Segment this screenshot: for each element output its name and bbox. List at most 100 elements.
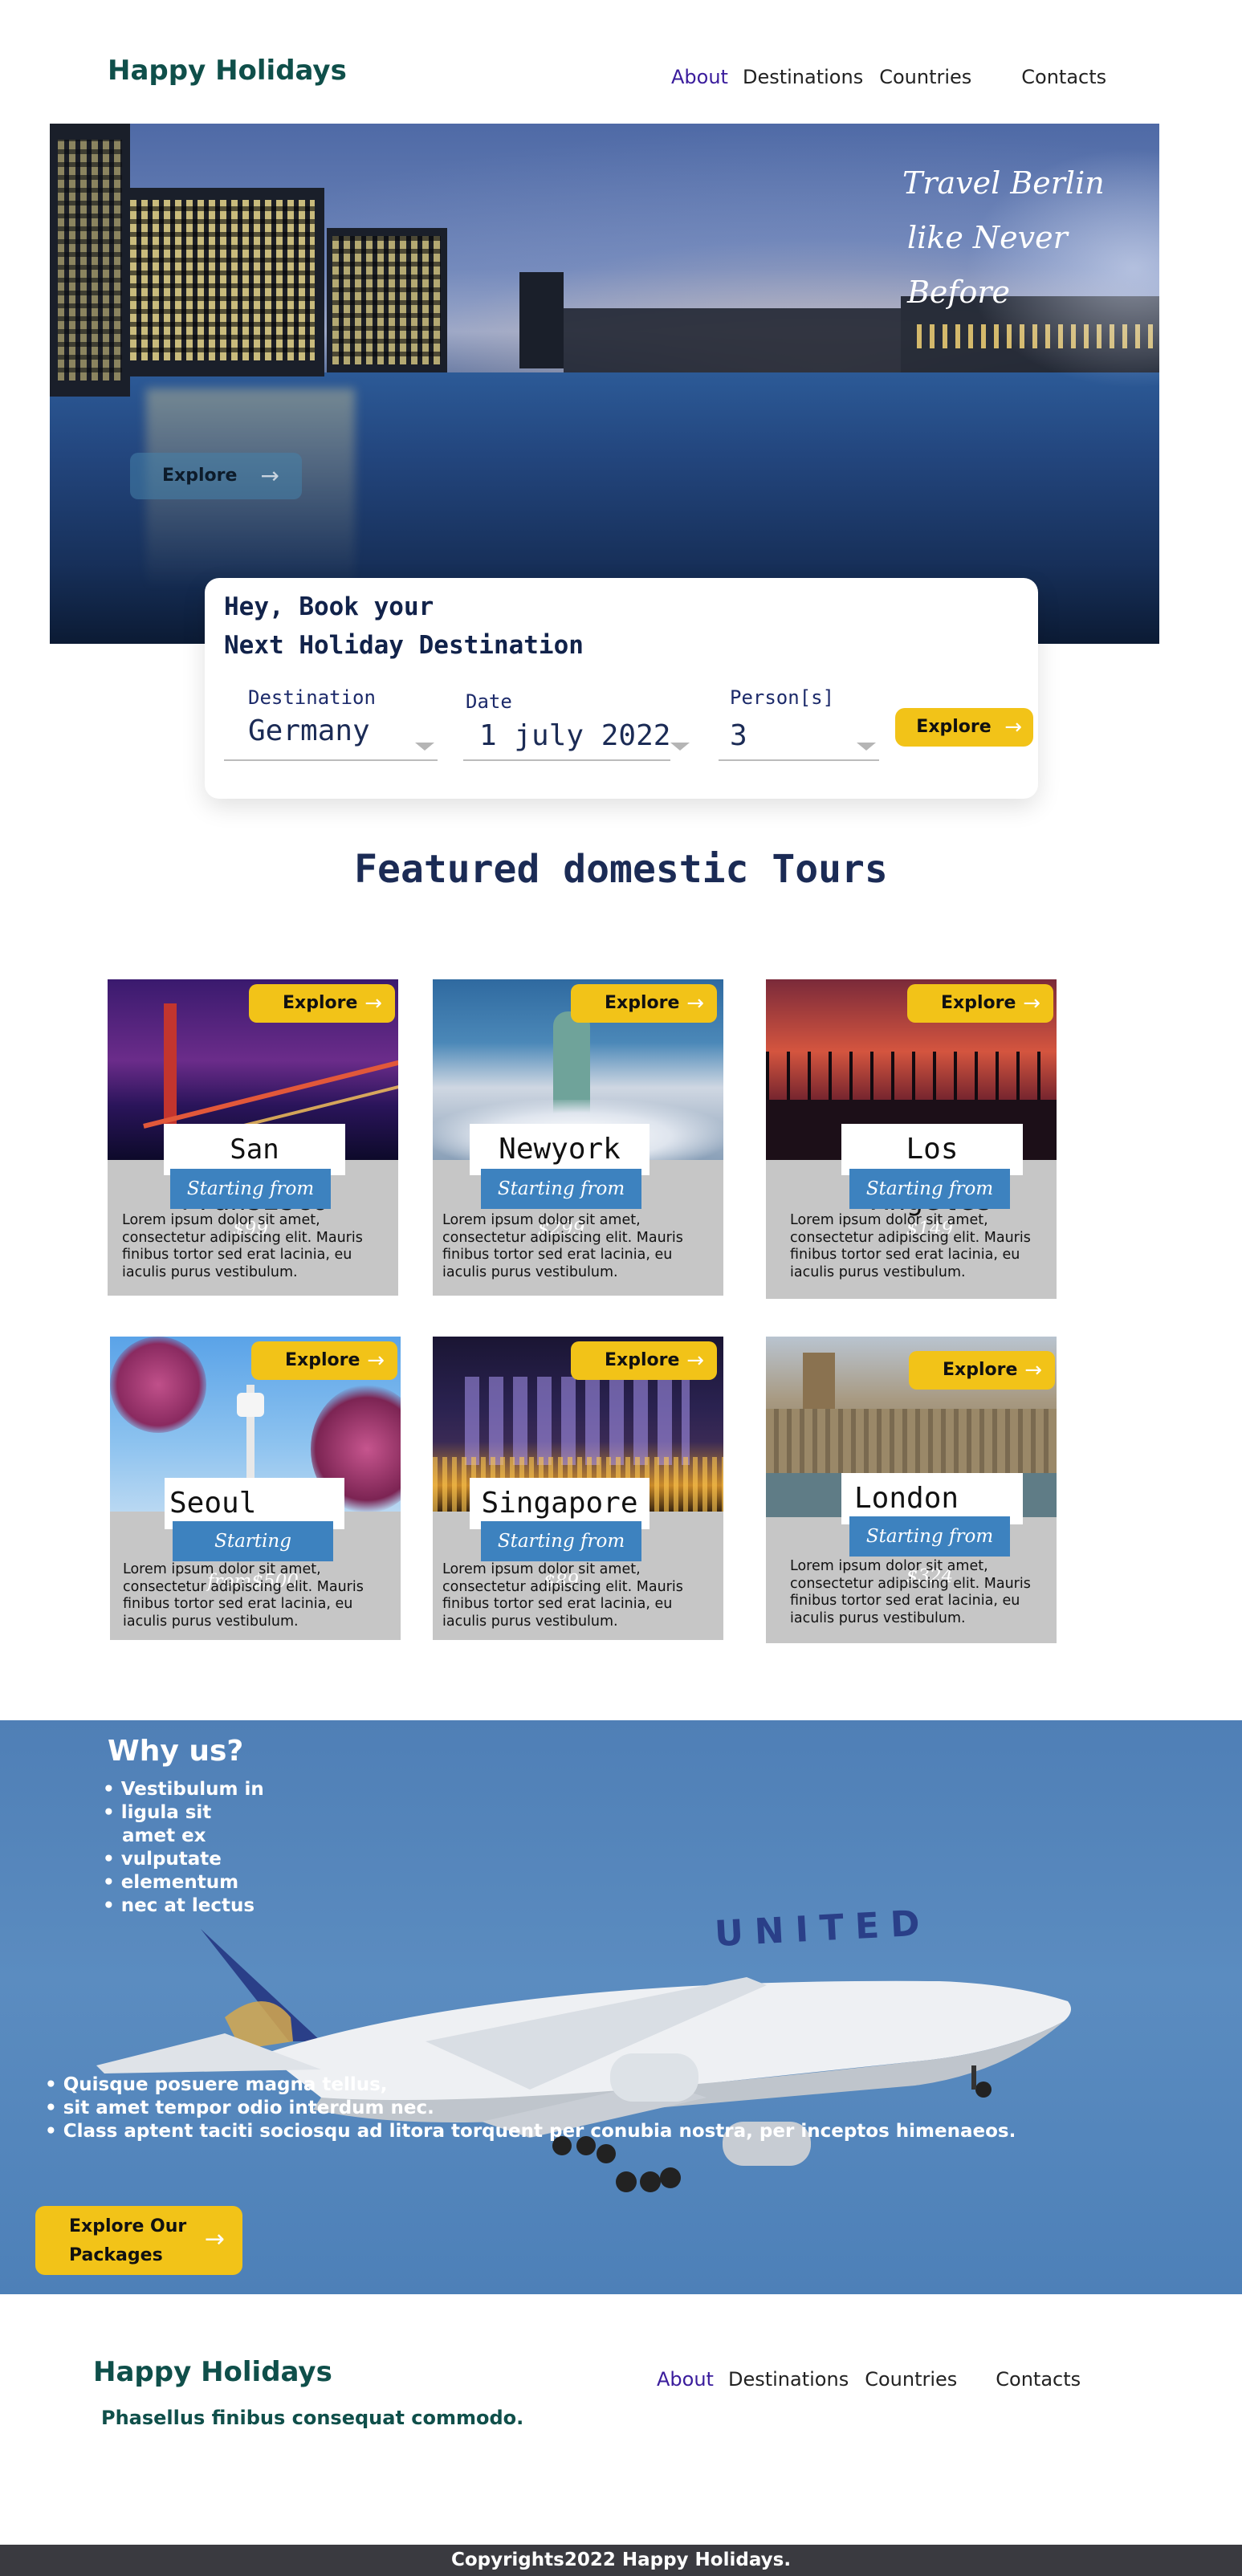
skyline	[465, 1377, 690, 1465]
hero-title-line2: like Never Before	[907, 220, 1068, 310]
brand-logo[interactable]: Happy Holidays	[108, 55, 347, 87]
top-nav: About Destinations Countries Contacts	[671, 66, 1106, 88]
list-item: • ligula sit	[103, 1802, 212, 1823]
hero-title: Travel Berlin like Never Before	[902, 156, 1159, 319]
hero-title-line1: Travel Berlin	[902, 165, 1105, 201]
tour-city: Los Angeles	[841, 1124, 1023, 1217]
tour-description: Lorem ipsum dolor sit amet, consectetur …	[790, 1558, 1031, 1626]
footer-nav-destinations[interactable]: Destinations	[728, 2368, 849, 2391]
tour-explore-button[interactable]: Explore →	[251, 1341, 397, 1380]
tour-city: San Fransisco	[164, 1124, 345, 1217]
tour-price: Starting from $299	[481, 1169, 641, 1239]
footer-nav: About Destinations Countries Contacts	[657, 2368, 1081, 2391]
arrow-right-icon: →	[686, 991, 704, 1015]
building-1-windows	[58, 140, 122, 380]
tour-explore-label: Explore	[605, 1350, 680, 1370]
arrow-right-icon: →	[367, 1349, 385, 1373]
nav-contacts[interactable]: Contacts	[1021, 66, 1106, 88]
tour-explore-button[interactable]: Explore →	[907, 984, 1053, 1023]
tour-description: Lorem ipsum dolor sit amet, consectetur …	[123, 1561, 364, 1630]
nav-about[interactable]: About	[671, 66, 728, 88]
tour-card-london: Explore → London Starting from $324 Lore…	[766, 1337, 1057, 1643]
tour-card-san-fransisco: Explore → San Fransisco Starting from $9…	[108, 979, 398, 1296]
list-item: • Class aptent taciti sociosqu ad litora…	[45, 2121, 1016, 2142]
hero-explore-label: Explore	[162, 466, 238, 486]
tour-description: Lorem ipsum dolor sit amet, consectetur …	[122, 1212, 363, 1280]
destination-underline	[224, 759, 438, 761]
date-underline	[463, 759, 670, 761]
tour-price: Starting from $149	[849, 1169, 1010, 1239]
tour-explore-button[interactable]: Explore →	[571, 1341, 717, 1380]
tour-description: Lorem ipsum dolor sit amet, consectetur …	[442, 1561, 683, 1630]
explore-packages-button[interactable]: Explore Our Packages →	[35, 2206, 242, 2275]
why-us-list-2: • Quisque posuere magna tellus, • sit am…	[45, 2073, 1016, 2143]
destination-select[interactable]: Germany	[248, 714, 370, 747]
chevron-down-icon[interactable]	[857, 743, 876, 751]
destination-label: Destination	[248, 686, 376, 709]
chevron-down-icon[interactable]	[670, 743, 690, 751]
hero-banner: Travel Berlin like Never Before Explore …	[50, 124, 1159, 644]
skyline	[564, 308, 901, 372]
tour-explore-button[interactable]: Explore →	[571, 984, 717, 1023]
tour-description: Lorem ipsum dolor sit amet, consectetur …	[442, 1212, 683, 1280]
why-us-list-1: • Vestibulum in • ligula sit amet ex • v…	[103, 1778, 264, 1918]
copyright-bar: Copyrights2022 Happy Holidays.	[0, 2545, 1242, 2576]
tour-explore-label: Explore	[943, 1360, 1018, 1380]
building-2-windows	[130, 200, 315, 360]
why-us-title: Why us?	[108, 1735, 244, 1768]
seoul-tower-top	[237, 1393, 264, 1417]
list-item: • vulputate	[103, 1849, 222, 1870]
arrow-right-icon: →	[1023, 991, 1040, 1015]
why-us-section: UNITED Why us? • Vestibulum in • ligula …	[0, 1720, 1242, 2294]
persons-select[interactable]: 3	[730, 719, 747, 752]
booking-form: Hey, Book your Next Holiday Destination …	[205, 578, 1038, 799]
footer-nav-countries[interactable]: Countries	[865, 2368, 957, 2391]
parliament	[766, 1409, 1057, 1473]
tour-explore-label: Explore	[605, 993, 680, 1013]
nav-countries[interactable]: Countries	[879, 66, 971, 88]
arrow-right-icon: →	[260, 462, 279, 489]
tour-explore-button[interactable]: Explore →	[909, 1351, 1055, 1390]
list-item: amet ex	[122, 1825, 206, 1846]
list-item: • elementum	[103, 1872, 239, 1893]
tour-card-newyork: Explore → Newyork Starting from $299 Lor…	[433, 979, 723, 1296]
date-label: Date	[466, 690, 512, 713]
tour-explore-label: Explore	[283, 993, 358, 1013]
featured-title: Featured domestic Tours	[354, 847, 888, 892]
tour-explore-button[interactable]: Explore →	[249, 984, 395, 1023]
arrow-right-icon: →	[204, 2225, 225, 2253]
tour-card-singapore: Explore → Singapore Starting from $89 Lo…	[433, 1337, 723, 1640]
tour-description: Lorem ipsum dolor sit amet, consectetur …	[790, 1212, 1031, 1280]
booking-heading-line1: Hey, Book your	[224, 592, 434, 621]
booking-heading: Hey, Book your Next Holiday Destination	[224, 588, 584, 665]
tour-city: Newyork	[470, 1124, 650, 1175]
footer-nav-contacts[interactable]: Contacts	[996, 2368, 1081, 2391]
booking-explore-button[interactable]: Explore →	[895, 708, 1033, 747]
chevron-down-icon[interactable]	[415, 743, 434, 751]
footer-tagline: Phasellus finibus consequat commodo.	[101, 2407, 524, 2429]
persons-label: Person[s]	[730, 686, 835, 709]
booking-heading-line2: Next Holiday Destination	[224, 631, 584, 660]
tour-price: Starting from$500	[173, 1521, 333, 1592]
tour-explore-label: Explore	[941, 993, 1016, 1013]
tour-price: Starting from $89	[481, 1521, 641, 1592]
tour-card-los-angeles: Explore → Los Angeles Starting from $149…	[766, 979, 1057, 1299]
date-input[interactable]: 1 july 2022	[479, 719, 670, 752]
tour-explore-label: Explore	[285, 1350, 360, 1370]
arrow-right-icon: →	[1024, 1358, 1042, 1382]
booking-explore-label: Explore	[916, 717, 992, 737]
arrow-right-icon: →	[364, 991, 382, 1015]
persons-underline	[719, 759, 879, 761]
footer-brand[interactable]: Happy Holidays	[93, 2356, 332, 2388]
list-item: • sit amet tempor odio interdum nec.	[45, 2098, 434, 2118]
footer-nav-about[interactable]: About	[657, 2368, 714, 2391]
arrow-right-icon: →	[1004, 715, 1022, 739]
cherry-blossoms	[110, 1337, 206, 1433]
building-3-windows	[332, 236, 441, 364]
list-item: • Vestibulum in	[103, 1779, 264, 1800]
hero-explore-button[interactable]: Explore →	[130, 453, 302, 499]
arrow-right-icon: →	[686, 1349, 704, 1373]
list-item: • Quisque posuere magna tellus,	[45, 2074, 388, 2095]
tour-price: Starting from $324	[849, 1516, 1010, 1587]
nav-destinations[interactable]: Destinations	[743, 66, 863, 88]
